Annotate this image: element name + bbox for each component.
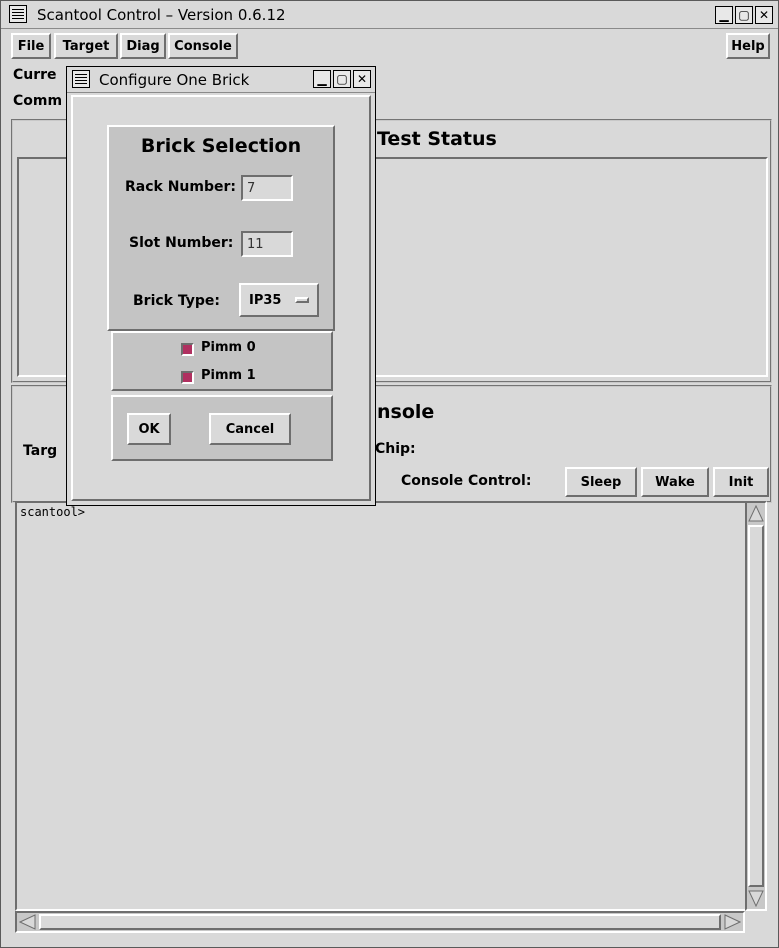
maximize-icon[interactable]: ▢ [735,6,753,24]
console-output[interactable]: scantool> [15,501,767,911]
vertical-scroll-thumb[interactable] [748,525,764,887]
command-label: Comm [13,93,63,109]
pimm0-label: Pimm 0 [201,340,256,355]
rack-number-label: Rack Number: [125,179,237,195]
dialog-close-icon[interactable]: ✕ [353,70,371,88]
dialog-maximize-icon[interactable]: ▢ [333,70,351,88]
scroll-left-icon[interactable] [19,914,37,930]
brick-type-select[interactable]: IP35 [239,283,319,317]
menu-target[interactable]: Target [54,33,118,59]
pimm0-checkbox[interactable]: Pimm 0 [177,337,267,361]
window-menu-icon[interactable] [9,5,27,23]
brick-type-value: IP35 [249,293,282,308]
console-control-label: Console Control: [401,473,532,489]
scroll-down-icon[interactable] [748,889,764,907]
chip-label: Chip: [375,441,416,457]
dialog-menu-icon[interactable] [72,70,90,88]
init-button[interactable]: Init [713,467,769,497]
pimm1-label: Pimm 1 [201,368,256,383]
target-label: Targ [23,443,58,459]
dialog-button-panel: OK Cancel [111,395,333,461]
close-icon[interactable]: ✕ [755,6,773,24]
current-label: Curre [13,67,57,83]
pimm0-check-indicator[interactable] [181,343,194,356]
brick-type-label: Brick Type: [133,293,220,309]
option-menu-indicator-icon [295,297,309,303]
ok-button[interactable]: OK [127,413,171,445]
menu-help[interactable]: Help [726,33,770,59]
configure-brick-dialog: Configure One Brick ▁ ▢ ✕ Brick Selectio… [66,66,376,506]
dialog-titlebar[interactable]: Configure One Brick ▁ ▢ ✕ [67,67,375,93]
pimm1-check-indicator[interactable] [181,371,194,384]
cancel-button[interactable]: Cancel [209,413,291,445]
main-titlebar[interactable]: Scantool Control – Version 0.6.12 ▁ ▢ ✕ [1,1,778,29]
pimm-panel: Pimm 0 Pimm 1 [111,331,333,391]
minimize-icon[interactable]: ▁ [715,6,733,24]
menu-console[interactable]: Console [168,33,238,59]
scroll-up-icon[interactable] [748,505,764,523]
window-title: Scantool Control – Version 0.6.12 [37,6,286,24]
sleep-button[interactable]: Sleep [565,467,637,497]
pimm1-checkbox[interactable]: Pimm 1 [177,365,267,389]
dialog-minimize-icon[interactable]: ▁ [313,70,331,88]
dialog-title: Configure One Brick [99,71,250,89]
console-heading: nsole [377,401,435,423]
horizontal-scrollbar[interactable] [15,911,745,933]
vertical-scrollbar[interactable] [745,501,767,911]
horizontal-scroll-thumb[interactable] [39,914,721,930]
wake-button[interactable]: Wake [641,467,709,497]
scroll-right-icon[interactable] [723,914,741,930]
console-prompt: scantool> [20,505,86,519]
menu-diag[interactable]: Diag [120,33,166,59]
menu-file[interactable]: File [11,33,51,59]
rack-number-input[interactable]: 7 [241,175,293,201]
brick-selection-heading: Brick Selection [140,135,302,157]
slot-number-input[interactable]: 11 [241,231,293,257]
brick-selection-panel: Brick Selection Rack Number: 7 Slot Numb… [107,125,335,331]
slot-number-label: Slot Number: [129,235,234,251]
test-status-heading: Test Status [377,128,497,150]
